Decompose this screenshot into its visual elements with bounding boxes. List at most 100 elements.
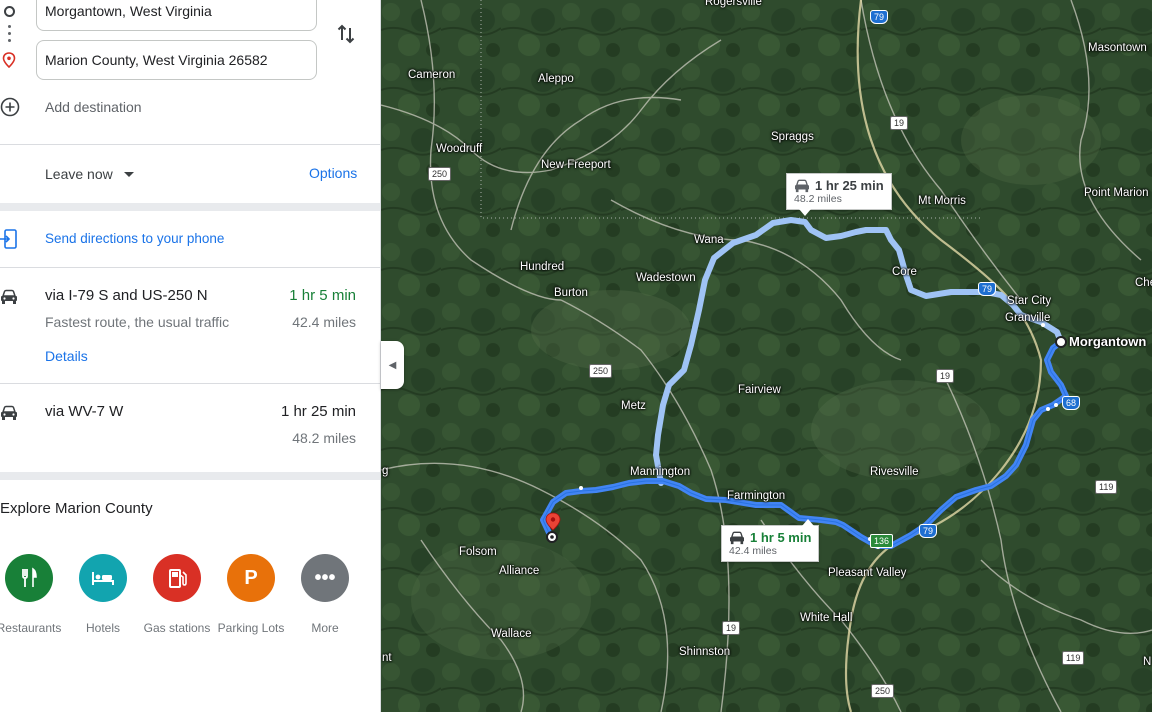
place-label-origin: Morgantown <box>1069 334 1147 349</box>
interstate-shield: 79 <box>919 524 938 538</box>
place-label: Aleppo <box>538 73 574 85</box>
place-label: Rivesville <box>870 466 919 478</box>
place-label: Woodruff <box>436 143 483 155</box>
place-label: Pleasant Valley <box>828 567 907 579</box>
place-label: Cameron <box>408 69 456 81</box>
place-label: Che <box>1135 277 1152 289</box>
divider <box>0 267 380 268</box>
route-shield: 19 <box>722 621 741 635</box>
callout-distance: 42.4 miles <box>729 545 777 557</box>
route-2-distance: 48.2 miles <box>292 430 356 446</box>
add-destination-button[interactable]: Add destination <box>45 99 142 115</box>
divider <box>0 144 380 145</box>
route-2-title[interactable]: via WV-7 W <box>45 403 123 420</box>
callout-distance: 48.2 miles <box>794 193 842 205</box>
more-icon: ••• <box>301 554 349 602</box>
origin-input[interactable]: Morgantown, West Virginia <box>36 0 317 31</box>
category-label: More <box>311 621 339 635</box>
section-divider <box>0 472 380 480</box>
place-label: Wadestown <box>636 272 696 284</box>
place-label: N <box>1143 656 1152 668</box>
place-label: Farmington <box>727 490 786 502</box>
collapse-panel-button[interactable]: ◀ <box>381 341 404 389</box>
destination-input[interactable]: Marion County, West Virginia 26582 <box>36 40 317 80</box>
category-hotels-button[interactable]: Hotels <box>66 554 140 635</box>
place-label: Burton <box>554 287 588 299</box>
destination-pin-icon <box>2 52 16 68</box>
category-more-button[interactable]: ••• More <box>288 554 362 635</box>
place-label: Point Marion <box>1084 187 1149 199</box>
place-label: Wallace <box>491 628 532 640</box>
route-shield: 19 <box>890 116 909 130</box>
divider <box>0 383 380 384</box>
route-1-description: Fastest route, the usual traffic <box>45 314 230 330</box>
caret-down-icon <box>123 171 134 177</box>
category-label: Restaurants <box>0 621 62 635</box>
add-destination-icon[interactable] <box>0 97 20 117</box>
place-label: Granville <box>1005 312 1051 324</box>
route-shield: 119 <box>1095 480 1118 494</box>
satellite-terrain <box>381 0 1152 712</box>
route-callout-primary[interactable]: 1 hr 5 min 42.4 miles <box>721 519 820 562</box>
destination-value: Marion County, West Virginia 26582 <box>45 52 268 68</box>
route-shield: 19 <box>936 369 955 383</box>
leave-now-label: Leave now <box>45 166 113 182</box>
route-2-time: 1 hr 25 min <box>280 403 356 420</box>
route-callout-alternate[interactable]: 1 hr 25 min 48.2 miles <box>786 173 892 216</box>
route-1-details-link[interactable]: Details <box>45 348 88 364</box>
category-label: Hotels <box>85 621 120 635</box>
origin-circle-icon <box>4 6 15 17</box>
place-label: Wana <box>694 234 724 246</box>
category-parking-lots-button[interactable]: P Parking Lots <box>214 554 288 635</box>
leave-now-dropdown[interactable]: Leave now <box>45 166 134 182</box>
route-1-time: 1 hr 5 min <box>289 287 356 304</box>
category-label: Gas stations <box>143 621 211 635</box>
place-label: Alliance <box>499 565 540 577</box>
route-shield: 119 <box>1062 651 1085 665</box>
map-canvas[interactable]: Rogersville Masontown Cameron Aleppo Spr… <box>381 0 1152 712</box>
category-restaurants-button[interactable]: Restaurants <box>0 554 66 635</box>
place-label: nt <box>382 652 392 664</box>
place-label: Hundred <box>520 261 565 273</box>
category-label: Parking Lots <box>217 621 285 635</box>
hotel-icon <box>79 554 127 602</box>
car-icon <box>795 179 809 192</box>
route-1-distance: 42.4 miles <box>292 314 356 330</box>
place-label: Star City <box>1007 295 1052 307</box>
chevron-left-icon: ◀ <box>388 359 397 371</box>
place-label: Mannington <box>630 466 691 478</box>
send-to-phone-icon <box>0 229 17 249</box>
place-label: New Freeport <box>541 159 611 171</box>
section-divider <box>0 203 380 211</box>
gas-station-icon <box>153 554 201 602</box>
category-gas-stations-button[interactable]: Gas stations <box>140 554 214 635</box>
interstate-shield: 68 <box>1062 396 1081 410</box>
place-label: Spraggs <box>771 131 814 143</box>
interstate-shield: 79 <box>870 10 889 24</box>
place-label: Rogersville <box>705 0 762 8</box>
swap-directions-icon[interactable] <box>334 22 358 46</box>
car-icon <box>1 405 17 420</box>
car-icon <box>730 531 744 544</box>
route-shield: 136 <box>870 534 894 548</box>
explore-title: Explore Marion County <box>0 500 153 517</box>
callout-time: 1 hr 5 min <box>750 530 812 545</box>
route-shield: 250 <box>871 684 895 698</box>
restaurant-icon <box>5 554 53 602</box>
place-label: Metz <box>621 400 646 412</box>
car-icon <box>1 289 17 304</box>
place-label: Shinnston <box>679 646 731 658</box>
send-directions-to-phone-link[interactable]: Send directions to your phone <box>45 231 224 246</box>
interstate-shield: 79 <box>978 282 997 296</box>
callout-time: 1 hr 25 min <box>815 178 884 193</box>
route-1-title[interactable]: via I-79 S and US-250 N <box>45 287 208 304</box>
place-label: Masontown <box>1088 42 1147 54</box>
place-label: Fairview <box>738 384 781 396</box>
place-label: Core <box>892 266 917 278</box>
place-label: White Hall <box>800 612 853 624</box>
parking-icon: P <box>227 554 275 602</box>
origin-marker[interactable] <box>1055 336 1067 348</box>
place-label: g <box>382 465 389 477</box>
route-dots-icon <box>8 25 11 45</box>
options-button[interactable]: Options <box>309 165 357 181</box>
